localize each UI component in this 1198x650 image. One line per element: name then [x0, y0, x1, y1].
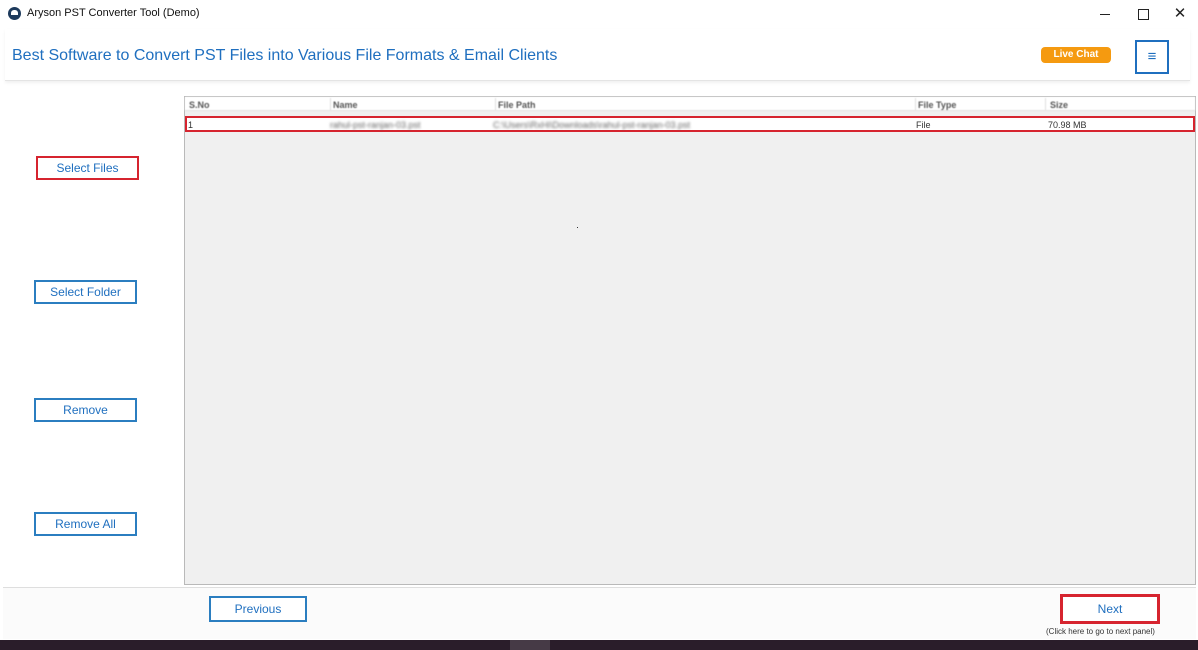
window-titlebar: Aryson PST Converter Tool (Demo) ✕	[0, 0, 1198, 28]
table-row[interactable]: 1 rahul-pst-ranjan-03.pst C:\Users\RxHi\…	[185, 116, 1195, 132]
remove-button[interactable]: Remove	[34, 398, 137, 422]
app-logo-icon	[8, 7, 21, 20]
column-header-name[interactable]: Name	[333, 100, 358, 110]
file-table: S.No Name File Path File Type Size 1 rah…	[184, 96, 1196, 585]
close-button[interactable]: ✕	[1168, 4, 1192, 24]
window-title: Aryson PST Converter Tool (Demo)	[27, 7, 200, 19]
column-header-path[interactable]: File Path	[498, 100, 536, 110]
select-folder-button[interactable]: Select Folder	[34, 280, 137, 304]
next-button[interactable]: Next	[1060, 594, 1160, 624]
remove-all-button[interactable]: Remove All	[34, 512, 137, 536]
column-separator	[495, 98, 496, 110]
row-file-type: File	[916, 120, 931, 130]
footer-bar: Previous Next (Click here to go to next …	[3, 587, 1196, 639]
menu-button[interactable]: ≡	[1135, 40, 1169, 74]
next-hint-text: (Click here to go to next panel)	[1046, 627, 1155, 636]
column-separator	[915, 98, 916, 110]
hamburger-icon: ≡	[1147, 48, 1157, 65]
live-chat-button[interactable]: Live Chat	[1041, 47, 1111, 63]
column-header-size[interactable]: Size	[1050, 100, 1068, 110]
column-header-type[interactable]: File Type	[918, 100, 956, 110]
header-banner: Best Software to Convert PST Files into …	[5, 29, 1190, 81]
select-files-button[interactable]: Select Files	[36, 156, 139, 180]
column-header-sno[interactable]: S.No	[189, 100, 210, 110]
row-index: 1	[188, 120, 194, 130]
maximize-button[interactable]	[1131, 4, 1155, 24]
page-title: Best Software to Convert PST Files into …	[12, 47, 558, 64]
cursor-dot	[577, 227, 578, 228]
taskbar-app-item[interactable]	[510, 640, 550, 650]
column-separator	[1045, 98, 1046, 110]
minimize-button[interactable]	[1093, 4, 1117, 24]
table-header: S.No Name File Path File Type Size	[185, 97, 1195, 111]
os-taskbar	[0, 640, 1198, 650]
column-separator	[330, 98, 331, 110]
row-file-size: 70.98 MB	[1048, 120, 1087, 130]
row-file-name: rahul-pst-ranjan-03.pst	[330, 120, 421, 130]
row-file-path: C:\Users\RxHi\Downloads\rahul-pst-ranjan…	[493, 120, 691, 130]
previous-button[interactable]: Previous	[209, 596, 307, 622]
